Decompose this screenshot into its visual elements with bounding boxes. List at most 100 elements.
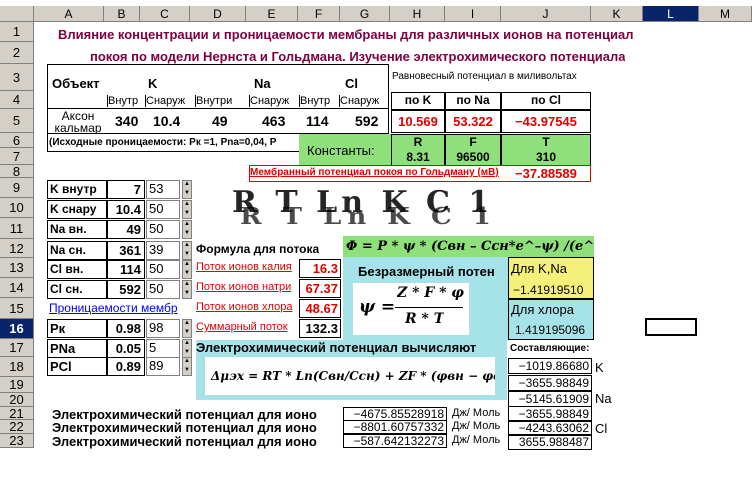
- row-header-20[interactable]: 20: [0, 393, 34, 407]
- input-label: K внутр: [47, 180, 107, 199]
- eq-cl-header: по Cl: [501, 92, 591, 110]
- input-value[interactable]: 114: [107, 260, 145, 279]
- input-value[interactable]: 10.4: [107, 200, 145, 219]
- column-header-c[interactable]: C: [140, 6, 190, 22]
- row-header-7[interactable]: 7: [0, 148, 34, 165]
- permeability-spinner-arrows[interactable]: ▲ ▼: [182, 357, 192, 376]
- spinner-value[interactable]: 53: [146, 180, 180, 199]
- permeability-value[interactable]: 0.05: [107, 339, 145, 358]
- column-header-e[interactable]: E: [246, 6, 298, 22]
- permeability-label: PCl: [47, 357, 107, 376]
- column-header-f[interactable]: F: [298, 6, 340, 22]
- column-header-m[interactable]: M: [699, 6, 752, 22]
- object-header: Объект: [52, 76, 100, 91]
- row-header-1[interactable]: 1: [0, 22, 34, 42]
- row-header-23[interactable]: 23: [0, 434, 34, 448]
- permeability-spinner-arrows[interactable]: ▲ ▼: [182, 339, 192, 358]
- input-value[interactable]: 592: [107, 280, 145, 299]
- column-header-i[interactable]: I: [445, 6, 501, 22]
- permeability-link[interactable]: Проницаемости мембр: [49, 301, 195, 315]
- permeability-spinner-value[interactable]: 89: [146, 357, 180, 376]
- cl-in-value[interactable]: 114: [306, 113, 329, 129]
- row-header-16[interactable]: 16: [0, 319, 34, 339]
- row-header-15[interactable]: 15: [0, 298, 34, 319]
- electrochemical-label: Электрохимический потенциал вычисляют: [196, 340, 477, 355]
- column-header-d[interactable]: D: [190, 6, 246, 22]
- psi-formula-box: ψ = Z * F * φ R * T: [353, 283, 469, 335]
- object-name: Аксон кальмар: [54, 110, 102, 134]
- spinner-arrows[interactable]: ▲ ▼: [182, 180, 192, 199]
- spinner-arrows[interactable]: ▲ ▼: [182, 200, 192, 219]
- row-header-14[interactable]: 14: [0, 278, 34, 298]
- input-value[interactable]: 361: [107, 241, 145, 260]
- row-header-12[interactable]: 12: [0, 239, 34, 258]
- row-header-9[interactable]: 9: [0, 178, 34, 198]
- row-header-4[interactable]: 4: [0, 91, 34, 109]
- na-inside-header: Внутри: [195, 95, 249, 107]
- spinner-arrows[interactable]: ▲ ▼: [182, 220, 192, 239]
- row-header-2[interactable]: 2: [0, 42, 34, 64]
- flux-row-label: Суммарный поток: [196, 321, 288, 333]
- na-out-value[interactable]: 463: [262, 113, 285, 129]
- column-header-a[interactable]: A: [34, 6, 104, 22]
- psi-numerator: Z * F * φ: [397, 285, 464, 301]
- row-header-22[interactable]: 22: [0, 420, 34, 434]
- row-header-19[interactable]: 19: [0, 377, 34, 393]
- row-header-11[interactable]: 11: [0, 218, 34, 239]
- row-header-8[interactable]: 8: [0, 165, 34, 178]
- cl-header: Cl: [345, 76, 358, 91]
- cl-out-value[interactable]: 592: [355, 113, 378, 129]
- input-value[interactable]: 49: [107, 220, 145, 239]
- column-header-l[interactable]: L: [643, 6, 699, 22]
- result-label: Электрохимический потенциал для ионо: [52, 420, 317, 435]
- select-all-corner[interactable]: [0, 6, 34, 22]
- component-value: −1019.86680: [508, 358, 592, 374]
- permeability-value[interactable]: 0.98: [107, 319, 145, 338]
- row-header-3[interactable]: 3: [0, 64, 34, 91]
- column-header-h[interactable]: H: [390, 6, 445, 22]
- row-header-5[interactable]: 5: [0, 109, 34, 133]
- psi-lhs: ψ =: [359, 297, 396, 317]
- na-in-value[interactable]: 49: [212, 113, 228, 129]
- spinner-arrows[interactable]: ▲ ▼: [182, 260, 192, 279]
- title-line-2: покоя по модели Нернста и Гольдмана. Изу…: [90, 49, 626, 64]
- eq-na-header: по Na: [445, 92, 501, 110]
- spinner-arrows[interactable]: ▲ ▼: [182, 241, 192, 260]
- psi-cl-label: Для хлора: [511, 302, 574, 317]
- permeability-spinner-arrows[interactable]: ▲ ▼: [182, 319, 192, 338]
- column-header-k[interactable]: K: [591, 6, 643, 22]
- component-value: 3655.988487: [508, 434, 592, 450]
- row-header-17[interactable]: 17: [0, 339, 34, 357]
- permeability-spinner-value[interactable]: 98: [146, 319, 180, 338]
- spinner-value[interactable]: 50: [146, 220, 180, 239]
- k-in-value[interactable]: 340: [115, 113, 138, 129]
- permeability-label: PNa: [47, 339, 107, 358]
- input-value[interactable]: 7: [107, 180, 145, 199]
- title-line-1: Влияние концентрации и проницаемости мем…: [58, 27, 634, 42]
- result-label: Электрохимический потенциал для ионо: [52, 434, 317, 449]
- result-unit: Дж/ Моль: [452, 420, 501, 432]
- goldman-value: −37.88589: [515, 166, 577, 181]
- spinner-value[interactable]: 50: [146, 200, 180, 219]
- spinner-arrows[interactable]: ▲ ▼: [182, 280, 192, 299]
- column-header-j[interactable]: J: [501, 6, 591, 22]
- constants-label: Константы:: [307, 143, 375, 158]
- row-header-13[interactable]: 13: [0, 258, 34, 278]
- column-header-b[interactable]: B: [104, 6, 140, 22]
- eq-na-value: 53.322: [445, 110, 501, 133]
- permeability-value[interactable]: 0.89: [107, 357, 145, 376]
- selected-cell-l16[interactable]: [645, 318, 697, 336]
- column-header-g[interactable]: G: [340, 6, 390, 22]
- const-t: T 310: [501, 134, 591, 166]
- permeability-spinner-value[interactable]: 5: [146, 339, 180, 358]
- k-outside-header: Снаруж: [145, 95, 195, 107]
- flux-row-value: 48.67: [299, 299, 341, 318]
- spinner-value[interactable]: 39: [146, 241, 180, 260]
- k-out-value[interactable]: 10.4: [153, 113, 180, 129]
- psi-k-na-value: −1.41919510: [513, 283, 584, 297]
- spinner-value[interactable]: 50: [146, 280, 180, 299]
- row-header-18[interactable]: 18: [0, 357, 34, 377]
- row-header-10[interactable]: 10: [0, 198, 34, 218]
- row-header-6[interactable]: 6: [0, 133, 34, 148]
- spinner-value[interactable]: 50: [146, 260, 180, 279]
